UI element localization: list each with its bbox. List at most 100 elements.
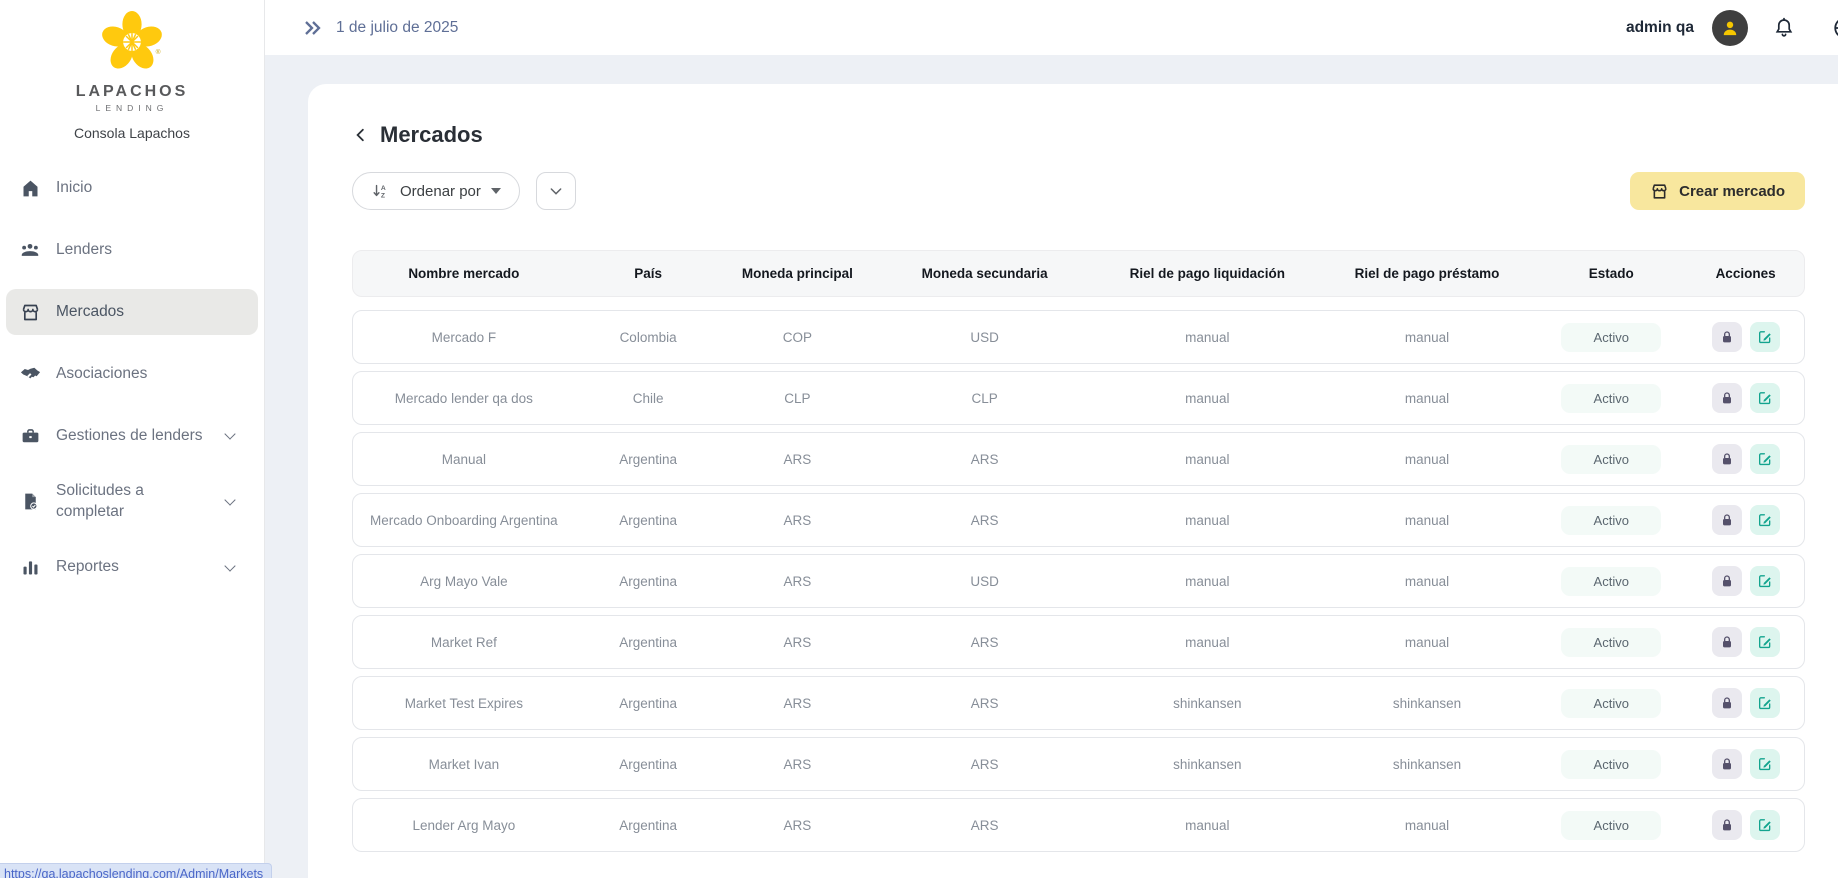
- cell-estado: Activo: [1535, 445, 1687, 474]
- sidebar-item-inicio[interactable]: Inicio: [6, 165, 258, 211]
- sidebar-item-reportes[interactable]: Reportes: [6, 545, 258, 591]
- cell-riel-prestamo: manual: [1319, 330, 1536, 345]
- cell-nombre-mercado: Lender Arg Mayo: [353, 818, 575, 833]
- cell-moneda-secundaria: ARS: [873, 818, 1096, 833]
- sidebar-item-lenders[interactable]: Lenders: [6, 227, 258, 273]
- edit-market-button[interactable]: [1750, 688, 1780, 718]
- edit-market-button[interactable]: [1750, 810, 1780, 840]
- cell-acciones: [1687, 383, 1804, 413]
- edit-icon: [1757, 634, 1773, 650]
- sort-icon: AZ: [371, 182, 390, 201]
- lapachos-flower-icon: ®: [95, 8, 169, 76]
- lock-market-button[interactable]: [1712, 810, 1742, 840]
- cell-nombre-mercado: Mercado Onboarding Argentina: [353, 513, 575, 528]
- cell-riel-liquidacion: manual: [1096, 452, 1319, 467]
- table-row: Mercado F Colombia COP USD manual manual…: [352, 310, 1805, 364]
- lock-market-button[interactable]: [1712, 627, 1742, 657]
- cell-moneda-secundaria: CLP: [873, 391, 1096, 406]
- lock-market-button[interactable]: [1712, 505, 1742, 535]
- cell-riel-prestamo: shinkansen: [1319, 696, 1536, 711]
- edit-market-button[interactable]: [1750, 749, 1780, 779]
- edit-icon: [1757, 817, 1773, 833]
- edit-market-button[interactable]: [1750, 505, 1780, 535]
- edit-icon: [1757, 756, 1773, 772]
- expand-filters-button[interactable]: [536, 172, 576, 210]
- handshake-icon: [18, 362, 42, 386]
- cell-moneda-principal: ARS: [721, 696, 873, 711]
- status-badge: Activo: [1561, 506, 1661, 535]
- cell-nombre-mercado: Mercado lender qa dos: [353, 391, 575, 406]
- status-badge: Activo: [1561, 567, 1661, 596]
- cell-estado: Activo: [1535, 567, 1687, 596]
- sort-button[interactable]: AZ Ordenar por: [352, 172, 520, 210]
- lock-market-button[interactable]: [1712, 566, 1742, 596]
- status-badge: Activo: [1561, 811, 1661, 840]
- cell-moneda-principal: ARS: [721, 757, 873, 772]
- status-badge: Activo: [1561, 750, 1661, 779]
- cell-riel-prestamo: manual: [1319, 513, 1536, 528]
- cell-riel-liquidacion: shinkansen: [1096, 696, 1319, 711]
- cell-acciones: [1687, 322, 1804, 352]
- svg-text:A: A: [381, 184, 386, 191]
- sidebar-item-gestiones-de-lenders[interactable]: Gestiones de lenders: [6, 413, 258, 459]
- cell-moneda-principal: ARS: [721, 574, 873, 589]
- lock-icon: [1719, 512, 1735, 528]
- svg-text:®: ®: [156, 48, 161, 56]
- table-header-row: Nombre mercado País Moneda principal Mon…: [352, 250, 1805, 297]
- cell-riel-liquidacion: shinkansen: [1096, 757, 1319, 772]
- chevron-down-icon: [224, 494, 235, 505]
- cell-nombre-mercado: Mercado F: [353, 330, 575, 345]
- column-header: Nombre mercado: [353, 266, 575, 281]
- lock-market-button[interactable]: [1712, 749, 1742, 779]
- edit-market-button[interactable]: [1750, 627, 1780, 657]
- sidebar-nav: Inicio Lenders Mercados Asociaciones Ges…: [0, 165, 264, 591]
- edit-market-button[interactable]: [1750, 444, 1780, 474]
- cell-pais: Argentina: [575, 574, 722, 589]
- cell-acciones: [1687, 749, 1804, 779]
- cell-estado: Activo: [1535, 384, 1687, 413]
- sidebar-item-asociaciones[interactable]: Asociaciones: [6, 351, 258, 397]
- edit-market-button[interactable]: [1750, 322, 1780, 352]
- markets-panel: Mercados AZ Ordenar por Crear mercado: [308, 84, 1838, 878]
- create-market-button[interactable]: Crear mercado: [1630, 172, 1805, 210]
- lock-icon: [1719, 634, 1735, 650]
- content-area: Mercados AZ Ordenar por Crear mercado: [265, 55, 1838, 878]
- back-button[interactable]: [352, 126, 370, 144]
- cell-pais: Argentina: [575, 696, 722, 711]
- sidebar-item-mercados[interactable]: Mercados: [6, 289, 258, 335]
- table-row: Lender Arg Mayo Argentina ARS ARS manual…: [352, 798, 1805, 852]
- lock-market-button[interactable]: [1712, 383, 1742, 413]
- edit-market-button[interactable]: [1750, 383, 1780, 413]
- current-date: 1 de julio de 2025: [336, 19, 458, 37]
- table-row: Market Ref Argentina ARS ARS manual manu…: [352, 615, 1805, 669]
- table-row: Arg Mayo Vale Argentina ARS USD manual m…: [352, 554, 1805, 608]
- table-row: Mercado lender qa dos Chile CLP CLP manu…: [352, 371, 1805, 425]
- sidebar-item-solicitudes-a-completar[interactable]: Solicitudes a completar: [6, 475, 258, 529]
- cell-nombre-mercado: Manual: [353, 452, 575, 467]
- cell-pais: Argentina: [575, 757, 722, 772]
- app-logo: ® LAPACHOS LENDING Consola Lapachos: [0, 0, 264, 141]
- cell-moneda-secundaria: ARS: [873, 757, 1096, 772]
- cell-acciones: [1687, 810, 1804, 840]
- chevron-down-icon: [548, 183, 564, 199]
- logo-wordmark: LAPACHOS: [0, 83, 264, 101]
- cell-moneda-secundaria: ARS: [873, 513, 1096, 528]
- sort-button-label: Ordenar por: [400, 183, 481, 200]
- lock-market-button[interactable]: [1712, 444, 1742, 474]
- lock-market-button[interactable]: [1712, 322, 1742, 352]
- cell-riel-liquidacion: manual: [1096, 818, 1319, 833]
- notifications-bell-icon[interactable]: [1772, 16, 1796, 40]
- table-row: Market Ivan Argentina ARS ARS shinkansen…: [352, 737, 1805, 791]
- avatar[interactable]: [1712, 10, 1748, 46]
- chevron-left-icon: [352, 126, 370, 144]
- edit-market-button[interactable]: [1750, 566, 1780, 596]
- cell-riel-liquidacion: manual: [1096, 513, 1319, 528]
- cell-riel-liquidacion: manual: [1096, 574, 1319, 589]
- edit-icon: [1757, 512, 1773, 528]
- markets-table: Nombre mercado País Moneda principal Mon…: [352, 250, 1805, 852]
- lock-market-button[interactable]: [1712, 688, 1742, 718]
- document-check-icon: [18, 490, 42, 514]
- language-globe-icon[interactable]: [1832, 15, 1838, 41]
- sidebar-collapse-toggle[interactable]: [302, 17, 324, 39]
- cell-riel-liquidacion: manual: [1096, 391, 1319, 406]
